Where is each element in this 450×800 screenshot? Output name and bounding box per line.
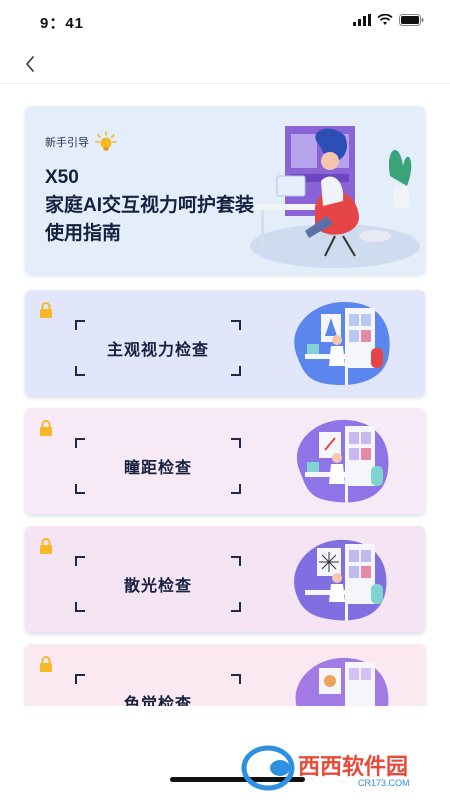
label-frame: 瞳距检查	[75, 438, 241, 494]
back-button[interactable]	[18, 52, 42, 76]
pupil-distance-illustration	[296, 419, 389, 503]
check-card-astigmatism[interactable]: 散光检查	[25, 526, 425, 632]
check-card-color-vision[interactable]: 色觉检查	[25, 644, 425, 706]
lightbulb-icon	[95, 131, 117, 151]
check-label: 色觉检查	[123, 696, 192, 706]
battery-icon	[399, 14, 424, 26]
lock-icon	[40, 656, 52, 672]
status-time: 9：41	[40, 15, 85, 32]
content-scroll[interactable]: 新手引导 X50 家庭AI交互视力呵护套装 使用指南 主观视力检查 瞳距检查 散…	[0, 84, 450, 706]
guide-title-line: 使用指南	[45, 223, 122, 244]
site-watermark: 西西软件园 CR173.COM	[241, 745, 410, 791]
check-label: 散光检查	[123, 578, 192, 595]
lock-icon	[40, 302, 52, 318]
guide-illustration	[250, 126, 420, 268]
watermark-brand: 西西软件园	[298, 754, 408, 779]
check-label: 主观视力检查	[106, 342, 209, 359]
guide-tag-label: 新手引导	[45, 137, 89, 149]
wifi-icon	[377, 14, 393, 25]
chevron-left-icon	[26, 56, 34, 72]
label-frame: 主观视力检查	[75, 320, 241, 376]
guide-title-line: X50	[45, 167, 79, 188]
check-card-subjective-vision[interactable]: 主观视力检查	[25, 290, 425, 396]
signal-icon	[353, 14, 371, 26]
label-frame: 色觉检查	[75, 674, 241, 706]
astigmatism-illustration	[294, 539, 387, 621]
check-card-pupil-distance[interactable]: 瞳距检查	[25, 408, 425, 514]
watermark-url: CR173.COM	[358, 778, 410, 788]
nav-bar	[0, 44, 450, 84]
check-label: 瞳距检查	[123, 460, 192, 477]
lock-icon	[40, 420, 52, 436]
lock-icon	[40, 538, 52, 554]
guide-card[interactable]: 新手引导 X50 家庭AI交互视力呵护套装 使用指南	[25, 106, 425, 274]
guide-title-line: 家庭AI交互视力呵护套装	[45, 195, 255, 216]
guide-title: X50 家庭AI交互视力呵护套装 使用指南	[45, 164, 254, 248]
guide-tag: 新手引导	[45, 131, 117, 153]
color-vision-illustration	[295, 657, 389, 706]
subjective-vision-illustration	[294, 301, 390, 386]
label-frame: 散光检查	[75, 556, 241, 612]
status-icons	[353, 14, 424, 26]
status-bar: 9：41	[0, 0, 450, 44]
